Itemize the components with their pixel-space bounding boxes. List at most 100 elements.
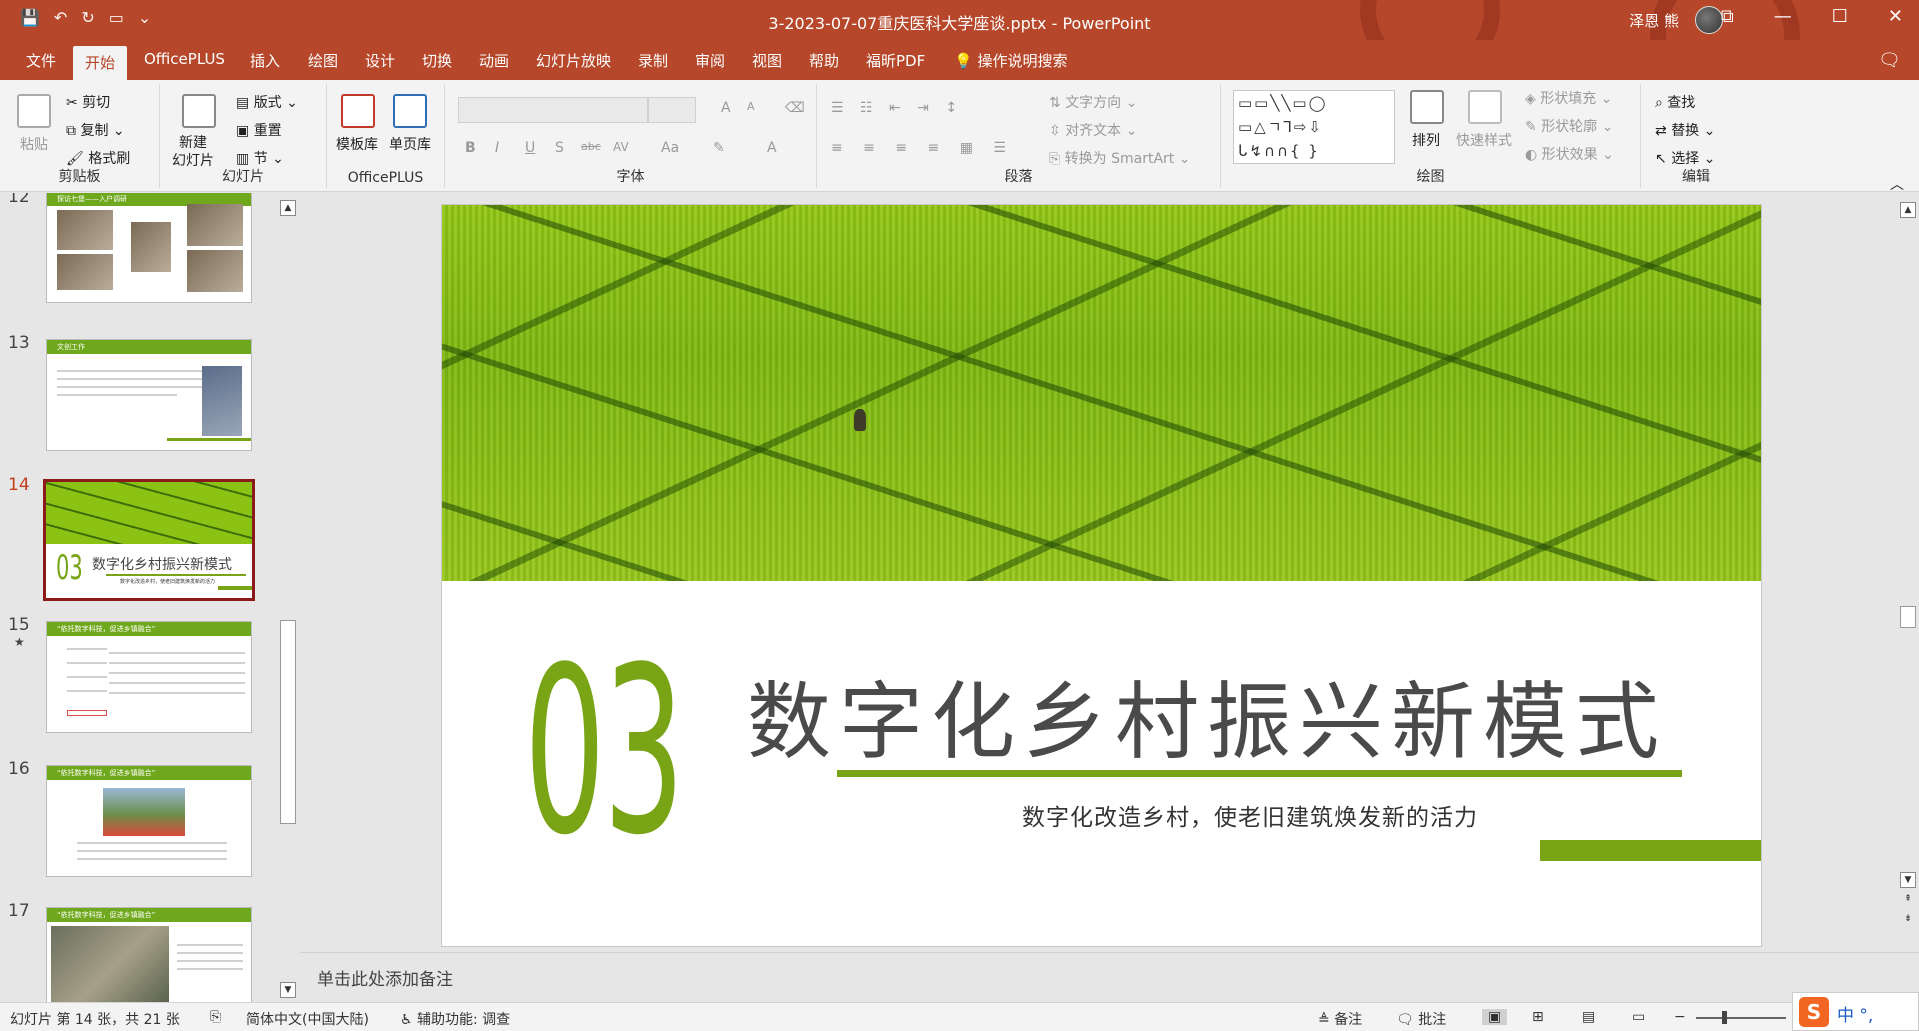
copy-button[interactable]: ⧉ 复制 ⌄ xyxy=(66,120,125,140)
new-slide-icon[interactable] xyxy=(182,94,216,128)
slide-sorter-icon[interactable]: ⊞ xyxy=(1532,1009,1544,1025)
tab-home[interactable]: 开始 xyxy=(73,46,128,80)
normal-view-icon[interactable]: ▣ xyxy=(1482,1009,1508,1025)
scroll-down-button[interactable]: ▼ xyxy=(1900,872,1916,888)
ribbon-display-icon[interactable]: ⧉ xyxy=(1721,6,1734,27)
font-size-select[interactable] xyxy=(648,97,696,123)
slide-scrollbar[interactable]: ▲ ▼ ⇞ ⇟ xyxy=(1898,200,1918,952)
slide-section-number[interactable]: 03 xyxy=(524,638,685,868)
thumbnail-slide-16[interactable]: “依托数字科技，促进乡镇融合” xyxy=(46,765,252,877)
paste-icon[interactable] xyxy=(17,94,51,128)
thumbnail-slide-12[interactable]: 探访七堡——入户调研 xyxy=(46,193,252,303)
shape-outline-button[interactable]: ✎ 形状轮廓 ⌄ xyxy=(1525,116,1613,136)
char-spacing-button[interactable]: AV xyxy=(613,140,629,154)
replace-button[interactable]: ⇄ 替换 ⌄ xyxy=(1655,120,1715,140)
grow-font-button[interactable]: A xyxy=(721,100,731,116)
close-button[interactable]: ✕ xyxy=(1888,6,1903,27)
list-buttons[interactable]: ☰ ☷ ⇤ ⇥ ↕ xyxy=(831,100,963,116)
sogou-ime-icon[interactable]: S xyxy=(1799,997,1829,1027)
font-color-icon[interactable]: A xyxy=(767,140,777,156)
italic-button[interactable]: I xyxy=(495,140,499,156)
align-buttons[interactable]: ≡ ≡ ≡ ≡ ▦ ☰ xyxy=(831,140,1014,156)
zoom-slider[interactable] xyxy=(1696,1017,1786,1019)
scroll-down-button[interactable]: ▼ xyxy=(280,982,296,998)
format-painter-button[interactable]: 🖌 格式刷 xyxy=(66,148,130,168)
quick-styles-button[interactable]: 快速样式 xyxy=(1456,130,1512,150)
text-direction-button[interactable]: ⇅ 文字方向 ⌄ xyxy=(1049,92,1137,112)
layout-button[interactable]: ▤ 版式 ⌄ xyxy=(236,92,298,112)
slide-subtitle[interactable]: 数字化改造乡村，使老旧建筑焕发新的活力 xyxy=(1022,798,1478,832)
template-library-button[interactable]: 模板库 xyxy=(336,134,378,154)
arrange-button[interactable]: 排列 xyxy=(1412,130,1440,150)
clear-format-icon[interactable]: ⌫ xyxy=(785,100,805,116)
font-family-select[interactable] xyxy=(458,97,648,123)
notes-toggle[interactable]: ≜ 备注 xyxy=(1318,1009,1362,1029)
shape-fill-button[interactable]: ◈ 形状填充 ⌄ xyxy=(1525,88,1612,108)
tab-transitions[interactable]: 切换 xyxy=(416,48,458,73)
collapse-ribbon-icon[interactable]: ︿ xyxy=(1890,174,1904,194)
reset-button[interactable]: ▣ 重置 xyxy=(236,120,282,140)
find-button[interactable]: ⌕ 查找 xyxy=(1655,92,1695,112)
smartart-button[interactable]: ⎘ 转换为 SmartArt ⌄ xyxy=(1049,148,1190,168)
maximize-button[interactable]: ☐ xyxy=(1832,6,1848,27)
shadow-button[interactable]: S xyxy=(555,140,564,156)
next-slide-icon[interactable]: ⇟ xyxy=(1900,912,1916,928)
ime-toolbar[interactable]: S 中 °, xyxy=(1792,992,1919,1031)
page-library-icon[interactable] xyxy=(393,94,427,128)
rice-field-image[interactable] xyxy=(442,205,1761,581)
shapes-gallery[interactable]: ▭▭╲╲▭◯ ▭△ㄱ⅂⇨⇩ ᒐ↯∩∩{ } xyxy=(1233,90,1395,164)
ime-mode[interactable]: 中 °, xyxy=(1837,1001,1873,1026)
comments-icon[interactable]: 🗨 xyxy=(1878,50,1901,71)
slideshow-view-icon[interactable]: ▭ xyxy=(1632,1009,1645,1025)
shrink-font-button[interactable]: A xyxy=(747,100,755,113)
tab-officeplus[interactable]: OfficePLUS xyxy=(138,48,231,70)
minimize-button[interactable]: — xyxy=(1774,6,1792,27)
cut-button[interactable]: ✂ 剪切 xyxy=(66,92,110,112)
notes-placeholder[interactable]: 单击此处添加备注 xyxy=(317,965,453,990)
tab-draw[interactable]: 绘图 xyxy=(302,48,344,73)
thumbnail-slide-14-selected[interactable]: 03 数字化乡村振兴新模式 数字化改造乡村，使老旧建筑焕发新的活力 xyxy=(43,479,255,601)
tab-foxit-pdf[interactable]: 福昕PDF xyxy=(860,48,931,73)
slide-title[interactable]: 数字化乡村振兴新模式 xyxy=(747,655,1667,776)
paste-button[interactable]: 粘贴 xyxy=(20,134,48,154)
tab-file[interactable]: 文件 xyxy=(20,48,62,73)
section-button[interactable]: ▥ 节 ⌄ xyxy=(236,148,284,168)
quick-styles-icon[interactable] xyxy=(1468,90,1502,124)
thumbnail-slide-15[interactable]: “依托数字科技，促进乡镇融合” xyxy=(46,621,252,733)
bold-button[interactable]: B xyxy=(465,140,476,156)
scrollbar-thumb[interactable] xyxy=(1900,606,1916,628)
slide-canvas[interactable]: 03 数字化乡村振兴新模式 数字化改造乡村，使老旧建筑焕发新的活力 xyxy=(441,204,1762,947)
thumbnail-slide-13[interactable]: 文创工作 xyxy=(46,339,252,451)
tab-record[interactable]: 录制 xyxy=(632,48,674,73)
tab-review[interactable]: 审阅 xyxy=(689,48,731,73)
zoom-slider-handle[interactable] xyxy=(1722,1011,1727,1024)
user-name[interactable]: 泽恩 熊 xyxy=(1629,10,1679,31)
new-slide-button[interactable]: 新建 幻灯片 xyxy=(172,134,214,170)
tell-me-search[interactable]: 💡 操作说明搜索 xyxy=(954,50,1067,71)
highlight-icon[interactable]: ✎ xyxy=(713,140,725,156)
tab-animations[interactable]: 动画 xyxy=(473,48,515,73)
select-button[interactable]: ↖ 选择 ⌄ xyxy=(1655,148,1715,168)
thumbnail-slide-17[interactable]: “依托数字科技，促进乡镇融合” xyxy=(46,907,252,1002)
spelling-icon[interactable]: ⎘ xyxy=(210,1009,221,1025)
tab-help[interactable]: 帮助 xyxy=(803,48,845,73)
align-text-button[interactable]: ⇳ 对齐文本 ⌄ xyxy=(1049,120,1137,140)
change-case-button[interactable]: Aa xyxy=(661,140,679,156)
accessibility-status[interactable]: ♿ 辅助功能: 调查 xyxy=(400,1009,510,1029)
tab-insert[interactable]: 插入 xyxy=(244,48,286,73)
comments-toggle[interactable]: 🗨 批注 xyxy=(1396,1009,1446,1029)
arrange-icon[interactable] xyxy=(1410,90,1444,124)
language-indicator[interactable]: 简体中文(中国大陆) xyxy=(246,1009,369,1029)
scroll-up-button[interactable]: ▲ xyxy=(280,200,296,216)
page-library-button[interactable]: 单页库 xyxy=(389,134,431,154)
previous-slide-icon[interactable]: ⇞ xyxy=(1900,892,1916,908)
thumbnails-scrollbar[interactable]: ▲ ▼ xyxy=(278,200,298,1000)
tab-slideshow[interactable]: 幻灯片放映 xyxy=(530,48,617,73)
shape-effects-button[interactable]: ◐ 形状效果 ⌄ xyxy=(1525,144,1614,164)
scrollbar-thumb[interactable] xyxy=(280,620,296,824)
notes-pane[interactable]: 单击此处添加备注 xyxy=(300,952,1919,1002)
tab-view[interactable]: 视图 xyxy=(746,48,788,73)
underline-button[interactable]: U xyxy=(525,140,535,156)
tab-design[interactable]: 设计 xyxy=(359,48,401,73)
template-library-icon[interactable] xyxy=(341,94,375,128)
